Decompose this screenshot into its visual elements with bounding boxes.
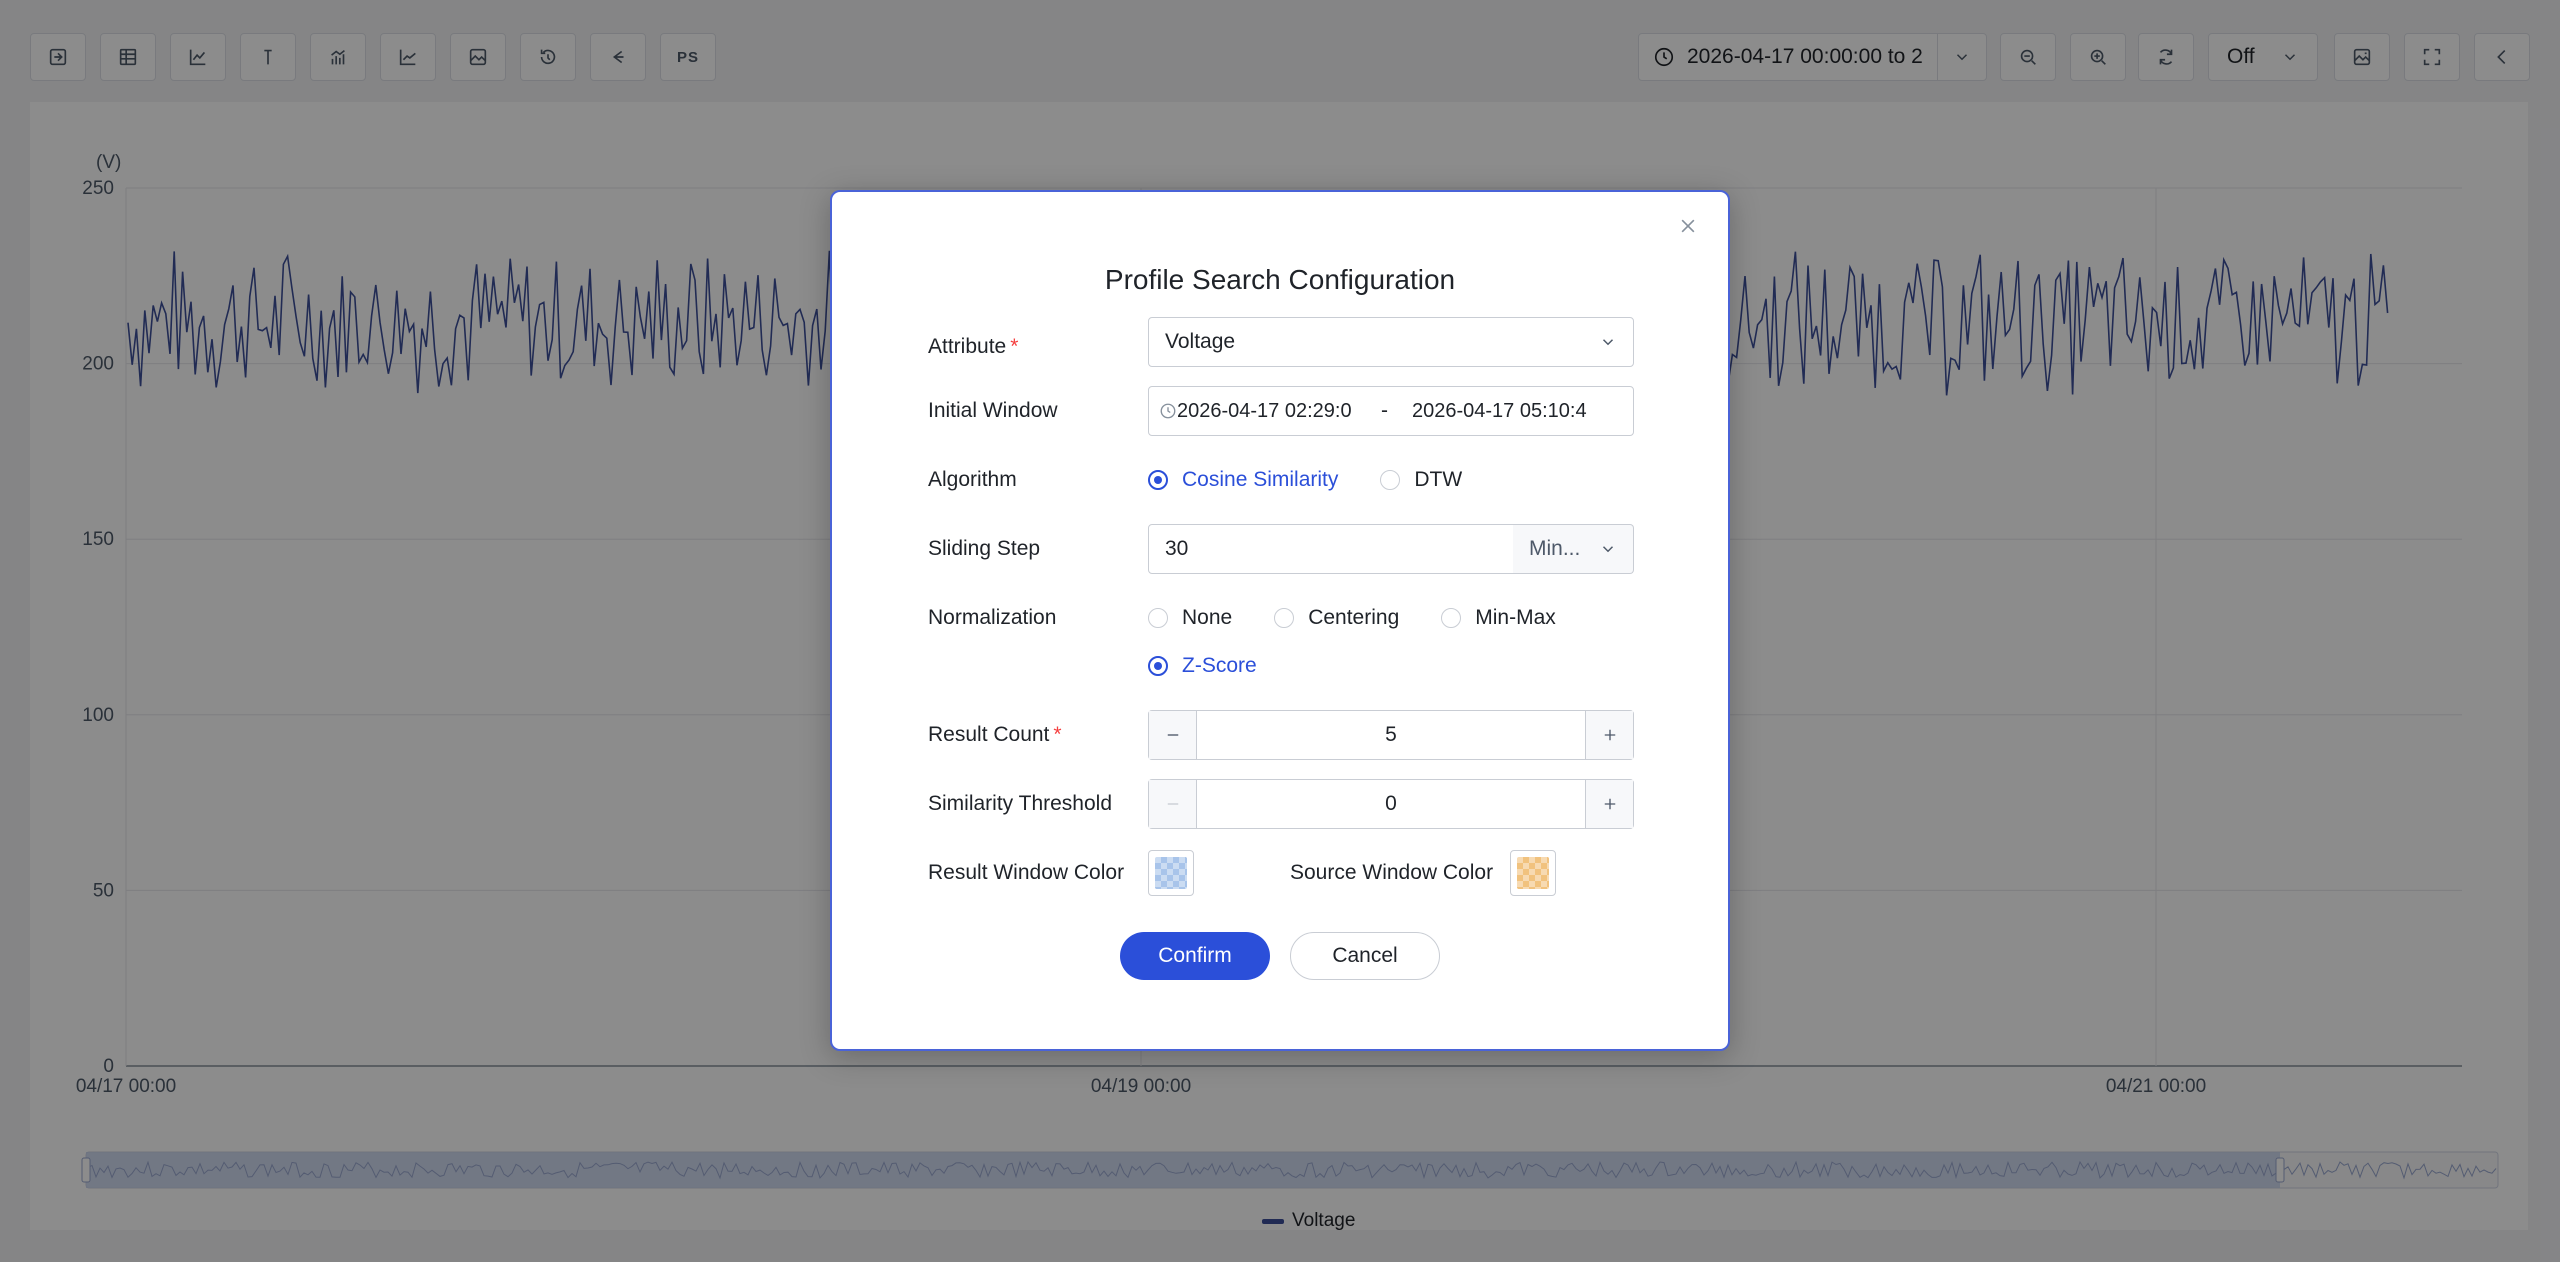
sliding-step-input[interactable]: 30: [1148, 524, 1514, 574]
attribute-select[interactable]: Voltage: [1148, 317, 1634, 367]
radio-dot: [1274, 608, 1295, 628]
attribute-label: Attribute *: [928, 335, 1019, 358]
radio-dot: [1148, 608, 1168, 628]
sliding-step-unit-select[interactable]: Min...: [1513, 524, 1634, 574]
result-count-stepper: 5: [1148, 710, 1634, 760]
dialog-title: Profile Search Configuration: [1104, 264, 1456, 295]
plus-icon: [1604, 729, 1615, 741]
source-window-color-picker[interactable]: [1510, 850, 1556, 896]
similarity-threshold-label: Similarity Threshold: [928, 792, 1113, 815]
radio-none[interactable]: None: [1148, 606, 1232, 630]
similarity-threshold-stepper: 0: [1148, 779, 1634, 829]
window-end-input[interactable]: 2026-04-17 05:10:4: [1412, 400, 1592, 423]
normalization-radio-group: None Centering Min-Max: [1148, 593, 1598, 643]
normalization-label: Normalization: [928, 606, 1057, 629]
increment-button[interactable]: [1585, 711, 1633, 759]
radio-dot: [1148, 656, 1168, 676]
close-button[interactable]: [1674, 212, 1702, 240]
result-window-color-picker[interactable]: [1148, 850, 1194, 896]
radio-dtw[interactable]: DTW: [1380, 468, 1462, 492]
result-color-swatch: [1155, 857, 1187, 889]
profile-search-dialog: Profile Search Configuration Attribute * …: [830, 190, 1730, 1051]
algorithm-radio-group: Cosine Similarity DTW: [1148, 455, 1504, 505]
decrement-button[interactable]: [1149, 780, 1197, 828]
result-count-label: Result Count *: [928, 723, 1062, 746]
source-window-color-label: Source Window Color: [1290, 861, 1494, 884]
result-count-row: Result Count *: [928, 710, 1148, 760]
attribute-row: Attribute *: [928, 322, 1148, 372]
confirm-button[interactable]: Confirm: [1120, 932, 1270, 980]
sliding-step-label: Sliding Step: [928, 537, 1041, 560]
increment-button[interactable]: [1585, 780, 1633, 828]
radio-dot: [1441, 608, 1462, 628]
result-count-value[interactable]: 5: [1197, 711, 1585, 759]
algorithm-label: Algorithm: [928, 468, 1017, 491]
attribute-value: Voltage: [1165, 330, 1236, 353]
chevron-down-icon: [1602, 546, 1614, 553]
similarity-threshold-row: Similarity Threshold: [928, 779, 1148, 829]
chevron-down-icon: [1602, 339, 1614, 346]
clock-icon: [1160, 403, 1176, 419]
initial-window-range-picker[interactable]: 2026-04-17 02:29:0 - 2026-04-17 05:10:4: [1148, 386, 1634, 436]
similarity-threshold-value[interactable]: 0: [1197, 780, 1585, 828]
colors-row: Result Window Color: [928, 848, 1148, 898]
normalization-row: Normalization: [928, 593, 1148, 643]
result-window-color-label: Result Window Color: [928, 861, 1125, 884]
algorithm-row: Algorithm: [928, 455, 1148, 505]
source-color-swatch: [1517, 857, 1549, 889]
radio-cosine-similarity[interactable]: Cosine Similarity: [1148, 468, 1338, 492]
initial-window-row: Initial Window: [928, 386, 1148, 436]
range-separator: -: [1381, 399, 1388, 422]
window-start-input[interactable]: 2026-04-17 02:29:0: [1177, 400, 1357, 423]
sliding-step-unit: Min...: [1529, 537, 1581, 560]
plus-icon: [1604, 798, 1615, 810]
radio-min-max[interactable]: Min-Max: [1441, 606, 1556, 630]
decrement-button[interactable]: [1149, 711, 1197, 759]
sliding-step-row: Sliding Step: [928, 524, 1148, 574]
minus-icon: [1167, 734, 1178, 736]
close-icon: [1681, 219, 1695, 233]
sliding-step-value: 30: [1165, 537, 1189, 560]
initial-window-label: Initial Window: [928, 399, 1058, 422]
radio-centering[interactable]: Centering: [1274, 606, 1399, 630]
radio-dot: [1148, 470, 1168, 490]
radio-dot: [1380, 470, 1401, 490]
minus-icon: [1167, 803, 1178, 805]
radio-z-score[interactable]: Z-Score: [1148, 654, 1257, 678]
cancel-button[interactable]: Cancel: [1290, 932, 1440, 980]
normalization-radio-group-row2: Z-Score: [1148, 641, 1299, 691]
